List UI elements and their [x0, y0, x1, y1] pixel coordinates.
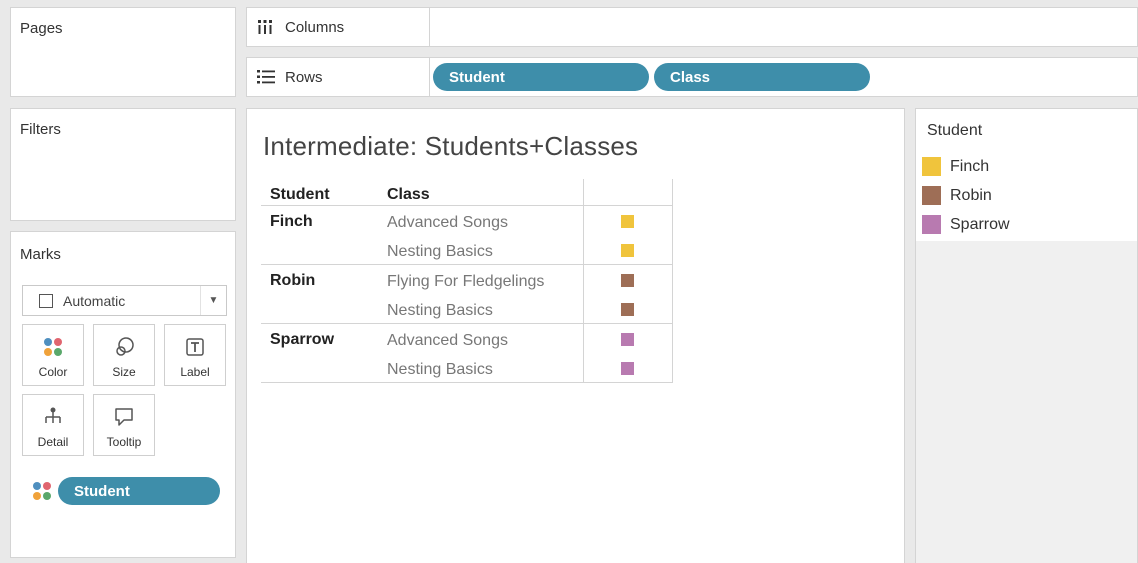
size-button[interactable]: Size	[93, 324, 155, 386]
color-palette-icon	[31, 481, 53, 506]
marks-card: Marks Automatic ▼ Color Size Label Detai…	[10, 231, 236, 558]
pages-card[interactable]: Pages	[10, 7, 236, 97]
legend-item-finch[interactable]: Finch	[922, 157, 989, 176]
tooltip-speech-bubble-icon	[113, 405, 135, 429]
rows-shelf[interactable]: Rows Student Class	[246, 57, 1138, 97]
column-divider	[583, 179, 584, 383]
filters-card-title: Filters	[20, 121, 61, 138]
legend-title: Student	[927, 122, 983, 139]
rows-pill-student[interactable]: Student	[433, 63, 649, 91]
text-label-icon	[185, 335, 205, 359]
columns-shelf-label: Columns	[247, 8, 430, 46]
columns-icon	[257, 19, 277, 35]
column-header-student: Student	[270, 186, 330, 203]
legend-swatch	[922, 157, 941, 176]
legend-swatch	[922, 215, 941, 234]
color-mark[interactable]	[621, 274, 634, 287]
class-cell: Flying For Fledgelings	[387, 273, 545, 290]
color-mark[interactable]	[621, 215, 634, 228]
pages-card-title: Pages	[20, 20, 63, 37]
legend-item-label: Robin	[950, 186, 992, 204]
rows-icon	[257, 70, 277, 84]
filters-card[interactable]: Filters	[10, 108, 236, 221]
tooltip-button-label: Tooltip	[106, 435, 142, 449]
row-header-student: Sparrow	[270, 331, 335, 348]
detail-button-label: Detail	[37, 435, 69, 449]
legend-item-robin[interactable]: Robin	[922, 186, 992, 205]
tooltip-button[interactable]: Tooltip	[93, 394, 155, 456]
legend-item-label: Sparrow	[950, 215, 1010, 233]
viz-area: Intermediate: Students+Classes Student C…	[246, 108, 905, 563]
legend-item-label: Finch	[950, 157, 990, 175]
color-palette-icon	[42, 335, 64, 359]
size-button-label: Size	[112, 365, 136, 379]
color-button-label: Color	[38, 365, 68, 379]
label-button-label: Label	[180, 365, 210, 379]
group-divider	[261, 264, 672, 265]
color-mark[interactable]	[621, 244, 634, 257]
rows-label-text: Rows	[285, 68, 323, 86]
legend-item-sparrow[interactable]: Sparrow	[922, 215, 1010, 234]
color-mark[interactable]	[621, 362, 634, 375]
color-mark[interactable]	[621, 333, 634, 346]
mark-type-square-icon	[39, 293, 53, 308]
rows-pill-class[interactable]: Class	[654, 63, 870, 91]
table-bottom-border	[261, 382, 672, 383]
detail-button[interactable]: Detail	[22, 394, 84, 456]
mark-type-dropdown[interactable]: Automatic ▼	[22, 285, 227, 316]
color-field-pill[interactable]: Student	[58, 477, 220, 505]
row-header-student: Finch	[270, 213, 313, 230]
table-right-border	[672, 179, 673, 383]
rows-shelf-label: Rows	[247, 58, 430, 96]
class-cell: Nesting Basics	[387, 361, 493, 378]
marks-card-title: Marks	[20, 246, 61, 263]
chevron-down-icon[interactable]: ▼	[200, 286, 226, 315]
column-header-class: Class	[387, 186, 430, 203]
label-button[interactable]: Label	[164, 324, 226, 386]
color-mark[interactable]	[621, 303, 634, 316]
mark-type-value: Automatic	[63, 292, 126, 309]
legend-swatch	[922, 186, 941, 205]
class-cell: Advanced Songs	[387, 214, 508, 231]
class-cell: Advanced Songs	[387, 332, 508, 349]
row-header-student: Robin	[270, 272, 316, 289]
group-divider	[261, 323, 672, 324]
color-button[interactable]: Color	[22, 324, 84, 386]
columns-label-text: Columns	[285, 18, 345, 36]
class-cell: Nesting Basics	[387, 243, 493, 260]
viz-title: Intermediate: Students+Classes	[263, 131, 639, 161]
color-legend[interactable]: Student Finch Robin Sparrow	[916, 109, 1137, 241]
columns-shelf[interactable]: Columns	[246, 7, 1138, 47]
detail-hierarchy-icon	[42, 405, 64, 429]
header-divider	[261, 205, 672, 206]
class-cell: Nesting Basics	[387, 302, 493, 319]
size-circles-icon	[113, 335, 135, 359]
legend-area: Student Finch Robin Sparrow	[915, 108, 1138, 563]
